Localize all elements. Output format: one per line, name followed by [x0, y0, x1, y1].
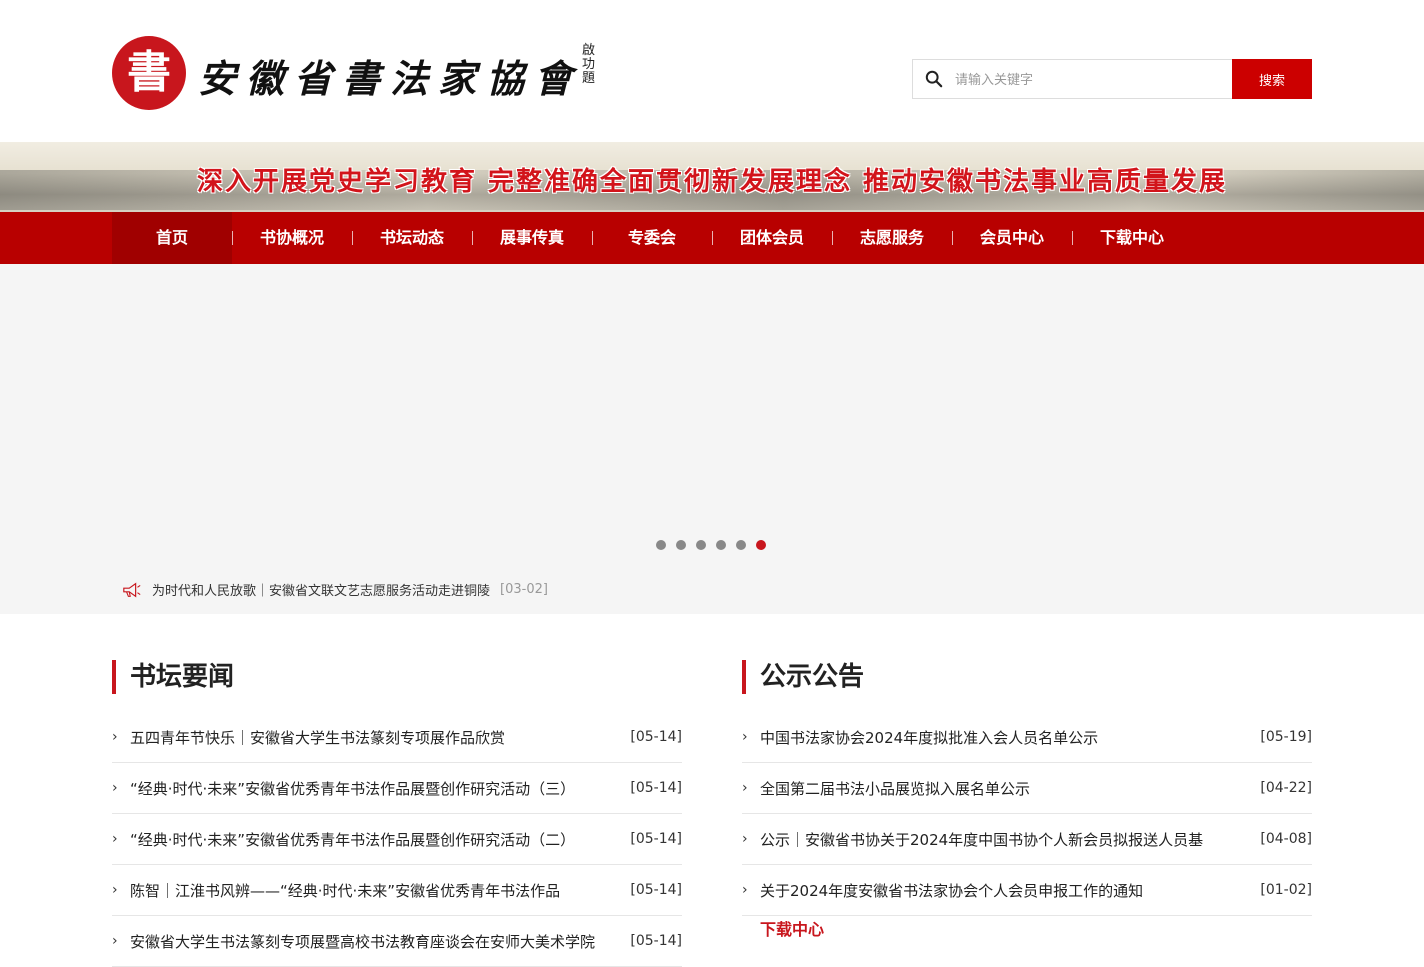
nav-item[interactable]: 下载中心: [1072, 212, 1192, 264]
nav-item[interactable]: 书协概况: [232, 212, 352, 264]
notices-list: › 中国书法家协会2024年度拟批准入会人员名单公示 [05-19] › 全国第二届书法…: [742, 712, 1312, 916]
ticker-text[interactable]: 为时代和人民放歌｜安徽省文联文艺志愿服务活动走进铜陵: [152, 580, 490, 599]
list-item[interactable]: › 安徽省大学生书法篆刻专项展暨高校书法教育座谈会在安师大美术学院 [05-14]: [112, 916, 682, 967]
list-item[interactable]: › 陈智｜江淮书风辨——“经典·时代·未来”安徽省优秀青年书法作品 [05-14]: [112, 865, 682, 916]
news-list: › 五四青年节快乐｜安徽省大学生书法篆刻专项展作品欣赏 [05-14] › “经典·时代…: [112, 712, 682, 967]
slider-dot[interactable]: [736, 540, 746, 550]
nav-item[interactable]: 团体会员: [712, 212, 832, 264]
list-item-date: [05-14]: [630, 933, 682, 949]
slider-dot[interactable]: [696, 540, 706, 550]
chevron-right-icon: ›: [112, 780, 118, 796]
list-item[interactable]: › “经典·时代·未来”安徽省优秀青年书法作品展暨创作研究活动（三） [05-14]: [112, 763, 682, 814]
slider-dot[interactable]: [676, 540, 686, 550]
nav-item[interactable]: 志愿服务: [832, 212, 952, 264]
list-item-date: [05-19]: [1260, 729, 1312, 745]
chevron-right-icon: ›: [742, 729, 748, 745]
list-item-title[interactable]: 中国书法家协会2024年度拟批准入会人员名单公示: [760, 727, 1256, 748]
chevron-right-icon: ›: [742, 780, 748, 796]
list-item-date: [05-14]: [630, 780, 682, 796]
list-item-title[interactable]: 全国第二届书法小品展览拟入展名单公示: [760, 778, 1256, 799]
list-item[interactable]: › 五四青年节快乐｜安徽省大学生书法篆刻专项展作品欣赏 [05-14]: [112, 712, 682, 763]
list-item[interactable]: › 公示｜安徽省书协关于2024年度中国书协个人新会员拟报送人员基 [04-08]: [742, 814, 1312, 865]
ticker-date: [03-02]: [500, 582, 548, 597]
search-button[interactable]: 搜索: [1232, 59, 1312, 99]
list-item-title[interactable]: “经典·时代·未来”安徽省优秀青年书法作品展暨创作研究活动（三）: [130, 778, 626, 799]
main-nav: 首页 书协概况 书坛动态 展事传真 专委会 团体会员 志愿服务 会员中心 下载中心: [0, 212, 1424, 264]
list-item-title[interactable]: “经典·时代·未来”安徽省优秀青年书法作品展暨创作研究活动（二）: [130, 829, 626, 850]
list-item[interactable]: › 中国书法家协会2024年度拟批准入会人员名单公示 [05-19]: [742, 712, 1312, 763]
logo-signature: 啟功題: [582, 43, 596, 86]
image-slider[interactable]: 为时代和人民放歌｜安徽省文联文艺志愿服务活动走进铜陵 [03-02]: [0, 264, 1424, 614]
search-input[interactable]: [953, 68, 1227, 92]
list-item-date: [05-14]: [630, 729, 682, 745]
chevron-right-icon: ›: [112, 729, 118, 745]
list-item[interactable]: › 全国第二届书法小品展览拟入展名单公示 [04-22]: [742, 763, 1312, 814]
chevron-right-icon: ›: [112, 882, 118, 898]
chevron-right-icon: ›: [112, 831, 118, 847]
notices-section-title[interactable]: 公示公告: [742, 660, 1312, 694]
list-item-date: [04-22]: [1260, 780, 1312, 796]
nav-item[interactable]: 首页: [112, 212, 232, 264]
list-item-date: [04-08]: [1260, 831, 1312, 847]
list-item-title[interactable]: 安徽省大学生书法篆刻专项展暨高校书法教育座谈会在安师大美术学院: [130, 931, 626, 952]
list-item-title[interactable]: 陈智｜江淮书风辨——“经典·时代·未来”安徽省优秀青年书法作品: [130, 880, 626, 901]
search-box: [912, 59, 1233, 99]
site-logo-text[interactable]: 安徽省書法家協會: [198, 48, 582, 103]
chevron-right-icon: ›: [742, 831, 748, 847]
banner-slogan: 深入开展党史学习教育 完整准确全面贯彻新发展理念 推动安徽书法事业高质量发展: [196, 167, 1228, 197]
nav-item[interactable]: 会员中心: [952, 212, 1072, 264]
nav-item[interactable]: 书坛动态: [352, 212, 472, 264]
slogan-banner: 深入开展党史学习教育 完整准确全面贯彻新发展理念 推动安徽书法事业高质量发展: [0, 142, 1424, 212]
slider-dot[interactable]: [756, 540, 766, 550]
list-item-date: [01-02]: [1260, 882, 1312, 898]
chevron-right-icon: ›: [742, 882, 748, 898]
logo-seal-icon[interactable]: 書: [112, 36, 186, 110]
slider-dot[interactable]: [656, 540, 666, 550]
site-header: 書 安徽省書法家協會 啟功題 搜索: [0, 0, 1424, 142]
download-center-link[interactable]: 下载中心: [760, 916, 824, 940]
chevron-right-icon: ›: [112, 933, 118, 949]
search-icon: [925, 70, 943, 88]
list-item-title[interactable]: 关于2024年度安徽省书法家协会个人会员申报工作的通知: [760, 880, 1256, 901]
notices-section: 公示公告 › 中国书法家协会2024年度拟批准入会人员名单公示 [05-19] › 全国…: [742, 660, 1312, 916]
list-item[interactable]: › 关于2024年度安徽省书法家协会个人会员申报工作的通知 [01-02]: [742, 865, 1312, 916]
list-item-date: [05-14]: [630, 831, 682, 847]
list-item-date: [05-14]: [630, 882, 682, 898]
news-section: 书坛要闻 › 五四青年节快乐｜安徽省大学生书法篆刻专项展作品欣赏 [05-14] › “…: [112, 660, 682, 967]
news-ticker[interactable]: 为时代和人民放歌｜安徽省文联文艺志愿服务活动走进铜陵 [03-02]: [122, 580, 548, 599]
nav-items: 首页 书协概况 书坛动态 展事传真 专委会 团体会员 志愿服务 会员中心 下载中心: [112, 212, 1192, 264]
slider-dot[interactable]: [716, 540, 726, 550]
nav-item[interactable]: 专委会: [592, 212, 712, 264]
news-section-title[interactable]: 书坛要闻: [112, 660, 682, 694]
megaphone-icon: [123, 581, 141, 598]
nav-item[interactable]: 展事传真: [472, 212, 592, 264]
slider-dots: [656, 540, 766, 550]
list-item-title[interactable]: 公示｜安徽省书协关于2024年度中国书协个人新会员拟报送人员基: [760, 829, 1256, 850]
list-item[interactable]: › “经典·时代·未来”安徽省优秀青年书法作品展暨创作研究活动（二） [05-14]: [112, 814, 682, 865]
list-item-title[interactable]: 五四青年节快乐｜安徽省大学生书法篆刻专项展作品欣赏: [130, 727, 626, 748]
